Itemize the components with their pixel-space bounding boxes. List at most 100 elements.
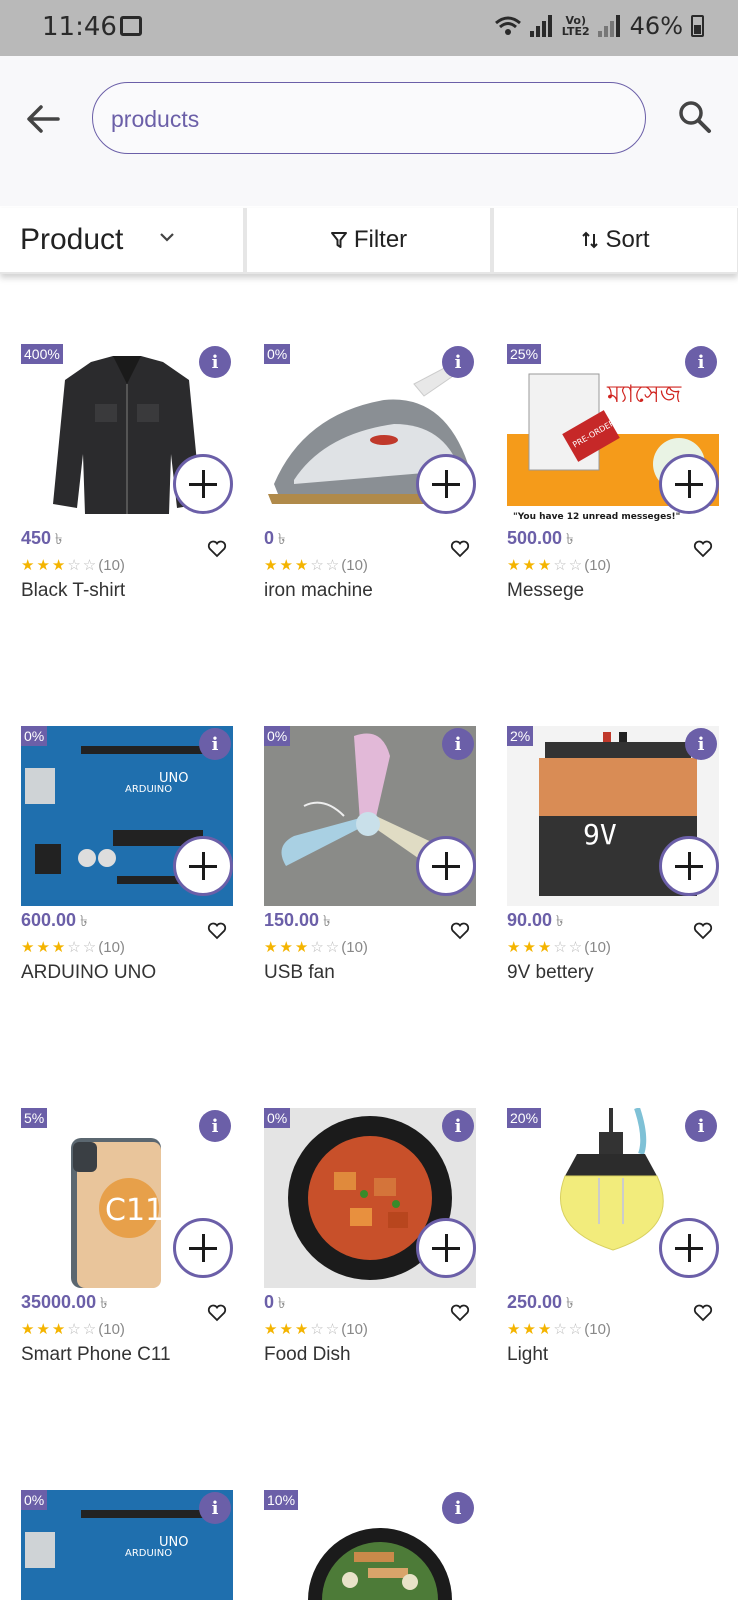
product-name: Black T-shirt [21,580,126,601]
currency-symbol: ৳ [556,913,564,930]
filter-button[interactable]: Filter [247,208,490,272]
rating-count: (10) [584,557,611,574]
search-input[interactable] [111,101,611,137]
search-field[interactable] [92,82,646,154]
price-value: 150.00 [264,910,320,930]
heart-icon[interactable] [693,922,713,940]
heart-icon[interactable] [207,1304,227,1322]
wifi-icon [494,16,521,35]
rating-count: (10) [98,557,125,574]
heart-icon[interactable] [207,922,227,940]
discount-badge: 0% [264,726,291,746]
product-price: 150.00 ৳ [264,910,331,935]
product-price: 35000.00 ৳ [21,1292,108,1317]
search-icon [679,101,711,133]
currency-symbol: ৳ [55,531,63,548]
heart-icon[interactable] [693,1304,713,1322]
star-rating: ★★★☆☆(10) [21,939,125,956]
battery-label-text: 9V [583,818,617,851]
info-icon[interactable]: i [199,346,231,378]
currency-symbol: ৳ [323,913,331,930]
discount-badge: 10% [264,1490,299,1510]
back-button[interactable] [20,96,66,142]
info-icon[interactable]: i [685,346,717,378]
product-name: Messege [507,580,585,601]
product-price: 250.00 ৳ [507,1292,574,1317]
product-price: 0 ৳ [264,1292,286,1317]
sort-button[interactable]: Sort [494,208,737,272]
info-icon[interactable]: i [442,728,474,760]
discount-badge: 0% [21,1490,48,1510]
heart-icon[interactable] [450,1304,470,1322]
heart-icon[interactable] [450,922,470,940]
rating-count: (10) [341,1321,368,1338]
product-price: 600.00 ৳ [21,910,88,935]
product-name: USB fan [264,962,335,983]
rating-count: (10) [98,1321,125,1338]
info-icon[interactable]: i [442,1110,474,1142]
product-price: 0 ৳ [264,528,286,553]
info-icon[interactable]: i [685,728,717,760]
info-icon[interactable]: i [442,346,474,378]
discount-badge: 400% [21,344,63,364]
heart-icon[interactable] [693,540,713,558]
book-banner-text: "You have 12 unread messeges!" [513,512,680,522]
add-to-cart-button[interactable] [659,836,719,896]
add-to-cart-button[interactable] [173,836,233,896]
star-rating: ★★★☆☆(10) [507,1321,611,1338]
arduino-logo-text: UNO [159,771,188,786]
info-icon[interactable]: i [442,1492,474,1524]
volte-indicator: Vo) LTE2 [561,14,590,38]
discount-badge: 2% [507,726,534,746]
heart-icon[interactable] [450,540,470,558]
arduino-brand-text: ARDUINO [125,1548,172,1559]
star-rating: ★★★☆☆(10) [21,1321,125,1338]
filter-toolbar: Product Filter Sort [0,208,738,274]
star-rating: ★★★☆☆(10) [264,1321,368,1338]
currency-symbol: ৳ [278,1295,286,1312]
battery-icon [691,15,704,37]
add-to-cart-button[interactable] [173,1218,233,1278]
price-value: 500.00 [507,528,563,548]
currency-symbol: ৳ [278,531,286,548]
phone-label-text: C11 [105,1193,164,1228]
price-value: 450 [21,528,52,548]
status-time: 11:46 [42,12,117,42]
search-button[interactable] [670,92,720,142]
sort-label: Sort [605,226,650,253]
add-to-cart-button[interactable] [416,836,476,896]
price-value: 250.00 [507,1292,563,1312]
price-value: 90.00 [507,910,553,930]
star-rating: ★★★☆☆(10) [507,939,611,956]
add-to-cart-button[interactable] [416,454,476,514]
filter-icon [330,232,347,248]
discount-badge: 0% [264,344,291,364]
heart-icon[interactable] [207,540,227,558]
currency-symbol: ৳ [100,1295,108,1312]
star-rating: ★★★☆☆(10) [21,557,125,574]
info-icon[interactable]: i [199,1492,231,1524]
product-type-dropdown[interactable]: Product [0,208,243,272]
add-to-cart-button[interactable] [659,1218,719,1278]
status-bar: 11:46 Vo) LTE2 46% [0,0,738,56]
info-icon[interactable]: i [199,1110,231,1142]
search-bar-area [0,56,738,206]
discount-badge: 5% [21,1108,48,1128]
add-to-cart-button[interactable] [659,454,719,514]
add-to-cart-button[interactable] [416,1218,476,1278]
product-type-label: Product [20,223,124,256]
discount-badge: 20% [507,1108,542,1128]
add-to-cart-button[interactable] [173,454,233,514]
star-rating: ★★★☆☆(10) [507,557,611,574]
product-name: ARDUINO UNO [21,962,157,983]
sort-icon [582,231,599,249]
info-icon[interactable]: i [199,728,231,760]
currency-symbol: ৳ [80,913,88,930]
info-icon[interactable]: i [685,1110,717,1142]
signal-icon [529,15,554,37]
product-price: 90.00 ৳ [507,910,564,935]
rating-count: (10) [341,557,368,574]
signal-2-icon [597,15,622,37]
discount-badge: 0% [264,1108,291,1128]
price-value: 600.00 [21,910,77,930]
